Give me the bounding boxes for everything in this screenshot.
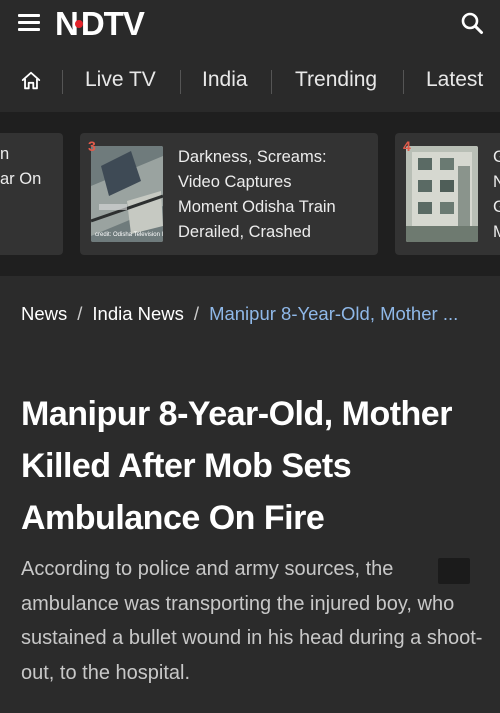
trending-card-line: Moment Odisha Train <box>178 198 336 216</box>
nav-divider <box>62 70 63 94</box>
nav-item-live-tv[interactable]: Live TV <box>85 66 156 94</box>
breadcrumb-item-india-news[interactable]: India News <box>92 303 184 324</box>
trending-card-line: Video Captures <box>178 173 292 191</box>
trending-card[interactable]: 4 G N G M <box>395 133 500 255</box>
trending-card-line: ar On <box>0 170 42 188</box>
trending-strip: n ar On credit: Odisha Television l 3 Da… <box>0 112 500 276</box>
breadcrumb: News / India News / Manipur 8-Year-Old, Moth… <box>21 300 491 328</box>
news-thumbnail-image: credit: Odisha Television l <box>91 146 163 242</box>
nav-item-india[interactable]: India <box>202 66 248 94</box>
redaction-block <box>438 558 470 584</box>
nav-divider <box>180 70 181 94</box>
news-thumbnail-image <box>406 146 478 242</box>
nav-divider <box>403 70 404 94</box>
search-icon[interactable] <box>460 11 484 35</box>
trending-card-line: N <box>493 173 500 191</box>
article-summary: According to police and army sources, th… <box>21 552 491 690</box>
nav-item-latest[interactable]: Latest <box>426 66 483 94</box>
logo-text: NDTV <box>55 5 145 42</box>
trending-card-line: n <box>0 145 10 163</box>
image-credit: credit: Odisha Television l <box>95 232 163 238</box>
trending-rank: 4 <box>403 138 411 154</box>
home-icon[interactable] <box>20 70 42 92</box>
ndtv-logo[interactable]: NDTV <box>55 5 145 43</box>
building-scene-graphic <box>406 146 478 242</box>
article-headline: Manipur 8-Year-Old, Mother Killed After … <box>21 395 452 537</box>
breadcrumb-separator: / <box>193 303 200 324</box>
main-nav: Live TV India Trending Latest <box>0 48 500 112</box>
nav-item-trending[interactable]: Trending <box>295 66 377 94</box>
trending-card-line: G <box>493 198 500 216</box>
hamburger-menu-icon[interactable] <box>18 13 40 33</box>
train-scene-graphic <box>91 146 163 242</box>
article-summary-text: According to police and army sources, th… <box>21 558 483 684</box>
trending-rank: 3 <box>88 138 96 154</box>
trending-card-line: M <box>493 223 500 241</box>
trending-card-line: Darkness, Screams: <box>178 148 327 166</box>
nav-divider <box>271 70 272 94</box>
trending-card[interactable]: n ar On <box>0 133 63 255</box>
breadcrumb-separator: / <box>77 303 83 324</box>
breadcrumb-item-news[interactable]: News <box>21 303 67 324</box>
trending-card-line: Derailed, Crashed <box>178 223 311 241</box>
top-bar: NDTV <box>0 0 500 48</box>
breadcrumb-current[interactable]: Manipur 8-Year-Old, Mother ... <box>209 303 458 324</box>
trending-card[interactable]: credit: Odisha Television l 3 Darkness, … <box>80 133 378 255</box>
trending-card-line: G <box>493 148 500 166</box>
